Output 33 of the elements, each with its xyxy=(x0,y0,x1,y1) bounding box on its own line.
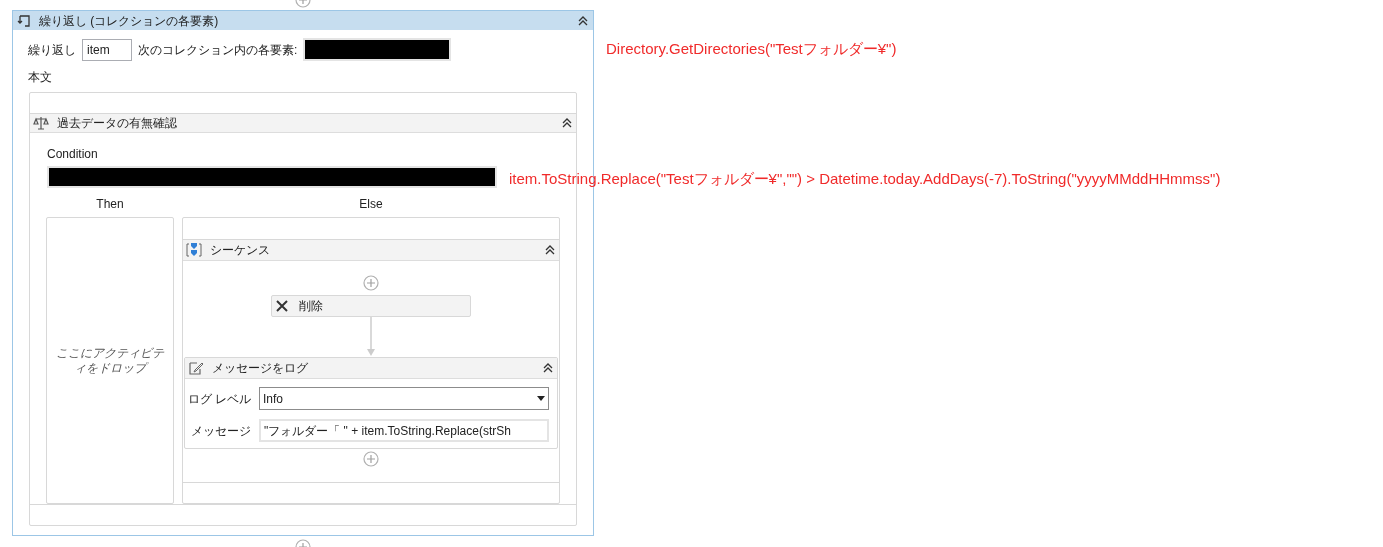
body-label: 本文 xyxy=(28,69,53,86)
collapse-icon[interactable] xyxy=(577,14,589,27)
collapse-icon[interactable] xyxy=(561,117,573,130)
edit-note-icon xyxy=(188,360,204,376)
drop-hint: ここにアクティビティをドロップ xyxy=(55,345,165,376)
condition-field[interactable] xyxy=(47,166,497,188)
activity-title: 過去データの有無確認 xyxy=(57,115,178,133)
collapse-icon[interactable] xyxy=(544,244,556,256)
condition-label: Condition xyxy=(47,146,99,164)
then-label: Then xyxy=(96,196,124,213)
connector-arrow xyxy=(366,317,376,357)
delete-activity[interactable]: 削除 xyxy=(271,295,471,317)
activity-title: 削除 xyxy=(299,298,323,315)
collection-label: 次のコレクション内の各要素: xyxy=(138,41,298,59)
item-field[interactable]: item xyxy=(82,38,132,61)
code-annotation: item.ToString.Replace("Testフォルダー¥","") > Datetime.today.AddDays(-7).ToString("yyyyMMddHHmmss") xyxy=(509,169,1221,189)
collection-field[interactable] xyxy=(303,38,452,61)
activity-title: シーケンス xyxy=(210,242,271,259)
else-label: Else xyxy=(359,196,383,213)
scale-icon xyxy=(33,115,49,132)
message-field[interactable]: "フォルダー「 " + item.ToString.Replace(strSh xyxy=(259,419,549,442)
code-annotation: Directory.GetDirectories("Testフォルダー¥") xyxy=(606,39,897,59)
loop-icon xyxy=(17,13,31,28)
message-label: メッセージ xyxy=(190,422,251,440)
loop-label: 繰り返し xyxy=(28,41,76,59)
collapse-icon[interactable] xyxy=(542,362,554,374)
dropdown-arrow-icon xyxy=(537,396,545,401)
activity-title: メッセージをログ xyxy=(212,360,309,377)
sequence-icon xyxy=(186,242,202,258)
delete-icon xyxy=(275,299,289,313)
activity-title: 繰り返し (コレクションの各要素) xyxy=(39,12,220,30)
log-level-select[interactable]: Info xyxy=(259,387,549,410)
log-level-label: ログ レベル xyxy=(186,390,251,408)
